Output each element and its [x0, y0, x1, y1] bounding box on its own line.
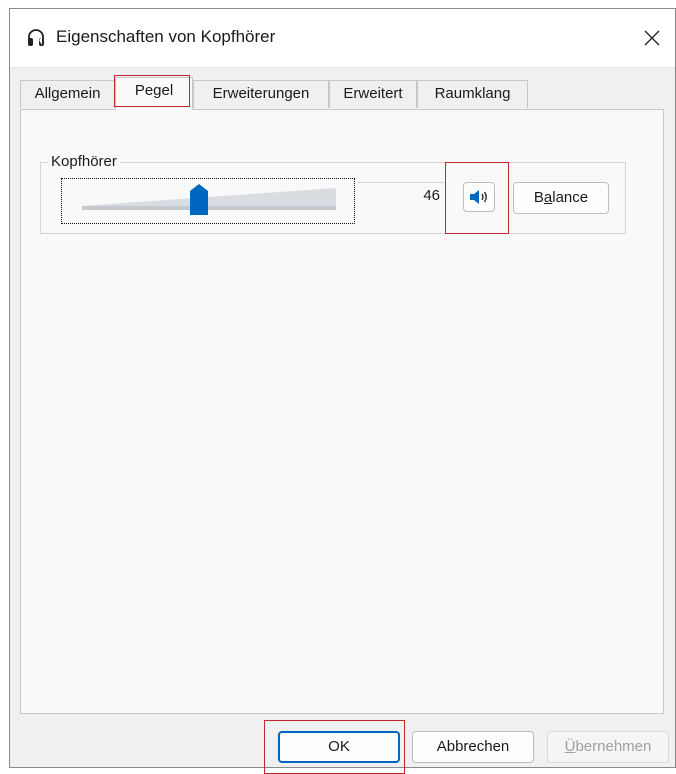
- apply-label-accelerator: Ü: [564, 738, 576, 755]
- speaker-icon: [470, 190, 487, 204]
- tab-label: Erweitert: [343, 85, 403, 102]
- title-bar[interactable]: Eigenschaften von Kopfhörer: [10, 9, 675, 68]
- cancel-button[interactable]: Abbrechen: [412, 731, 534, 763]
- close-button[interactable]: [629, 9, 675, 67]
- properties-dialog: Eigenschaften von Kopfhörer Allgemein Pe…: [9, 8, 676, 768]
- tab-label: Raumklang: [434, 85, 511, 102]
- mute-button[interactable]: [463, 182, 495, 212]
- volume-value[interactable]: 46: [358, 182, 444, 208]
- balance-button[interactable]: Balance: [513, 182, 609, 214]
- headphones-level-group: Kopfhörer 46 Balance: [40, 152, 626, 234]
- tab-erweiterungen[interactable]: Erweiterungen: [193, 80, 329, 108]
- balance-label-rest: lance: [552, 189, 589, 206]
- tab-allgemein[interactable]: Allgemein: [20, 80, 115, 108]
- volume-slider[interactable]: [61, 178, 355, 224]
- volume-track: [82, 188, 336, 210]
- close-icon: [644, 30, 660, 46]
- apply-label-rest: bernehmen: [575, 738, 652, 755]
- volume-slider-thumb[interactable]: [189, 184, 209, 216]
- group-label: Kopfhörer: [48, 152, 120, 172]
- balance-label-accelerator: a: [543, 189, 553, 206]
- balance-label-start: B: [533, 189, 544, 206]
- apply-button[interactable]: Übernehmen: [547, 731, 669, 763]
- ok-button[interactable]: OK: [278, 731, 400, 763]
- tab-label: Erweiterungen: [212, 85, 310, 102]
- levels-panel: Kopfhörer 46 Balance: [20, 109, 664, 714]
- tab-erweitert[interactable]: Erweitert: [329, 80, 417, 108]
- tab-label: Pegel: [134, 82, 174, 99]
- tab-raumklang[interactable]: Raumklang: [417, 80, 528, 108]
- tab-pegel[interactable]: Pegel: [115, 77, 193, 110]
- tab-label: Allgemein: [34, 85, 101, 102]
- window-title: Eigenschaften von Kopfhörer: [56, 27, 276, 46]
- headphones-icon: [28, 29, 44, 46]
